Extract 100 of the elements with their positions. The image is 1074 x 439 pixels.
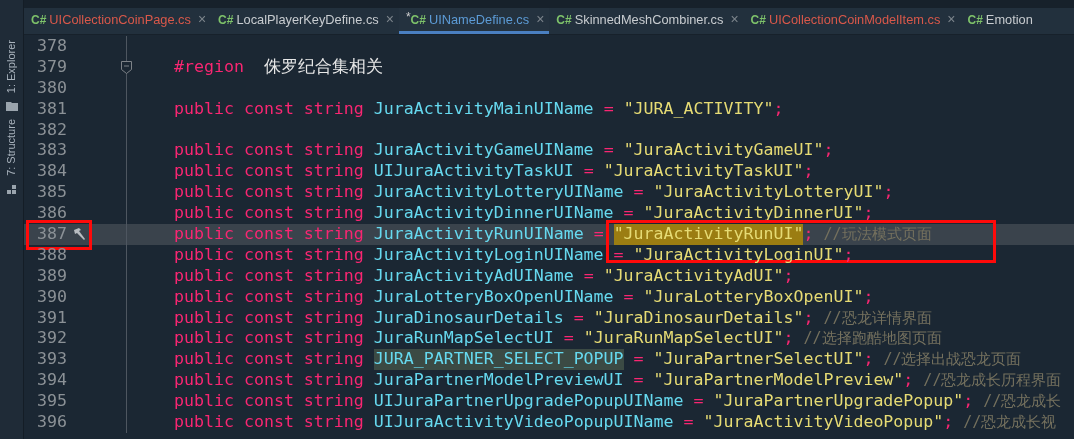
code-string: "JuraDinosaurDetails" (593, 307, 804, 329)
code-identifier: UIJuraPartnerUpgradePopupUIName (373, 391, 684, 413)
code-string: "JuraPartnerUpgradePopup" (713, 391, 964, 413)
code-keyword: public const string (174, 98, 364, 120)
code-comment: //恐龙详情界面 (823, 307, 932, 329)
tab-label: UICollectionCoinPage.cs (49, 10, 191, 29)
code-operator: ; (823, 140, 834, 162)
code-operator: = (583, 161, 594, 183)
code-operator: ; (863, 286, 874, 308)
code-string: "JuraActivityVideoPopup" (703, 412, 944, 433)
code-keyword: public const string (174, 328, 364, 350)
line-number: 379 (37, 56, 67, 78)
code-operator: = (583, 265, 594, 287)
code-operator: = (633, 182, 644, 204)
tab-label: LocalPlayerKeyDefine.cs (236, 10, 379, 29)
code-string: "JuraRunMapSelectUI" (583, 328, 784, 350)
code-operator: ; (843, 244, 854, 266)
line-number: 387 (37, 224, 67, 245)
code-operator: = (613, 244, 624, 266)
editor-tab[interactable]: C# SkinnedMeshCombiner.cs × (549, 8, 744, 34)
code-keyword: public const string (174, 391, 364, 413)
code-operator: ; (783, 265, 794, 287)
editor-tab[interactable]: C# Emotion (960, 8, 1038, 34)
editor-tab[interactable]: C# LocalPlayerKeyDefine.cs × (211, 8, 399, 34)
code-keyword: public const string (174, 286, 364, 308)
close-icon[interactable]: × (385, 9, 394, 30)
code-keyword: public const string (174, 203, 364, 224)
code-comment: //玩法模式页面 (823, 224, 932, 245)
line-number: 386 (37, 203, 67, 225)
close-icon[interactable]: × (947, 9, 956, 30)
code-keyword: public const string (174, 224, 364, 245)
code-string: "JuraLotteryBoxOpenUI" (643, 286, 864, 308)
tab-label: Emotion (985, 10, 1033, 29)
code-operator: = (573, 307, 584, 329)
close-icon[interactable]: × (730, 9, 739, 30)
folder-icon (5, 101, 18, 112)
modified-mark: * (405, 10, 411, 23)
code-keyword: public const string (174, 182, 364, 204)
code-operator: ; (773, 98, 784, 120)
code-keyword: public const string (174, 140, 364, 162)
code-operator: ; (963, 391, 974, 413)
code-string: "JuraPartnerModelPreview" (653, 370, 904, 392)
line-number: 389 (37, 265, 67, 287)
close-icon[interactable]: × (197, 9, 207, 30)
code-operator: = (593, 224, 604, 245)
tab-label: UINameDefine.cs (428, 10, 530, 29)
code-operator: = (693, 391, 704, 413)
line-number: 393 (37, 349, 67, 371)
code-operator: = (563, 328, 574, 350)
code-operator: ; (803, 224, 814, 245)
code-operator: ; (803, 307, 814, 329)
code-operator: ; (783, 328, 794, 350)
line-number: 388 (37, 244, 67, 266)
code-identifier: JuraActivityAdUIName (373, 265, 574, 287)
code-keyword: public const string (174, 244, 364, 266)
close-icon[interactable]: × (536, 9, 545, 30)
editor-tab[interactable]: C# UICollectionCoinModelItem.cs × (743, 8, 961, 34)
tool-window-tab[interactable]: 7: Structure (3, 119, 20, 177)
code-operator: = (623, 203, 634, 224)
tab-label: UICollectionCoinModelItem.cs (768, 10, 941, 29)
line-number: 391 (37, 307, 67, 329)
code-identifier: JuraActivityMainUIName (373, 98, 594, 120)
code-string: "JuraActivityGameUI" (623, 140, 824, 162)
line-number: 385 (37, 182, 67, 204)
hammer-icon (73, 227, 87, 242)
csharp-file-icon: C# (967, 10, 983, 29)
code-identifier: JuraActivityRunUIName (373, 224, 584, 245)
code-identifier: JuraActivityDinnerUIName (373, 203, 614, 224)
fold-icon[interactable] (121, 60, 132, 74)
code-operator: = (603, 140, 614, 162)
line-number: 392 (37, 328, 67, 350)
code-keyword: public const string (174, 265, 364, 287)
code-identifier: JuraActivityGameUIName (373, 140, 594, 162)
editor-tab[interactable]: C# UICollectionCoinPage.cs × (24, 8, 212, 34)
code-string: "JuraPartnerSelectUI" (653, 349, 864, 371)
code-comment: //选择跑酷地图页面 (803, 328, 942, 350)
csharp-file-icon: C# (750, 10, 766, 29)
line-number: 390 (37, 286, 67, 308)
code-identifier: JuraLotteryBoxOpenUIName (373, 286, 614, 308)
csharp-file-icon: C# (31, 10, 47, 29)
line-number: 378 (37, 36, 67, 57)
code-comment: //恐龙成长视 (963, 412, 1057, 433)
code-string: "JURA_ACTIVITY" (623, 98, 774, 120)
code-operator: ; (803, 161, 814, 183)
code-keyword: public const string (174, 412, 364, 433)
code-identifier: UIJuraActivityVideoPopupUIName (373, 412, 674, 433)
structure-icon (6, 184, 17, 195)
code-operator: = (683, 412, 694, 433)
code-string: "JuraActivityRunUI" (613, 224, 804, 245)
code-keyword: public const string (174, 161, 364, 183)
line-number: 394 (37, 370, 67, 392)
code-identifier: JuraRunMapSelectUI (373, 328, 554, 350)
line-number: 381 (37, 98, 67, 120)
code-string: "JuraActivityLotteryUI" (653, 182, 884, 204)
code-operator: = (633, 370, 644, 392)
tool-window-tab[interactable]: 1: Explorer (3, 40, 20, 94)
code-comment: //选择出战恐龙页面 (883, 349, 1022, 371)
code-operator: ; (863, 349, 874, 371)
code-identifier: UIJuraActivityTaskUI (373, 161, 574, 183)
code-string: "JuraActivityAdUI" (603, 265, 784, 287)
